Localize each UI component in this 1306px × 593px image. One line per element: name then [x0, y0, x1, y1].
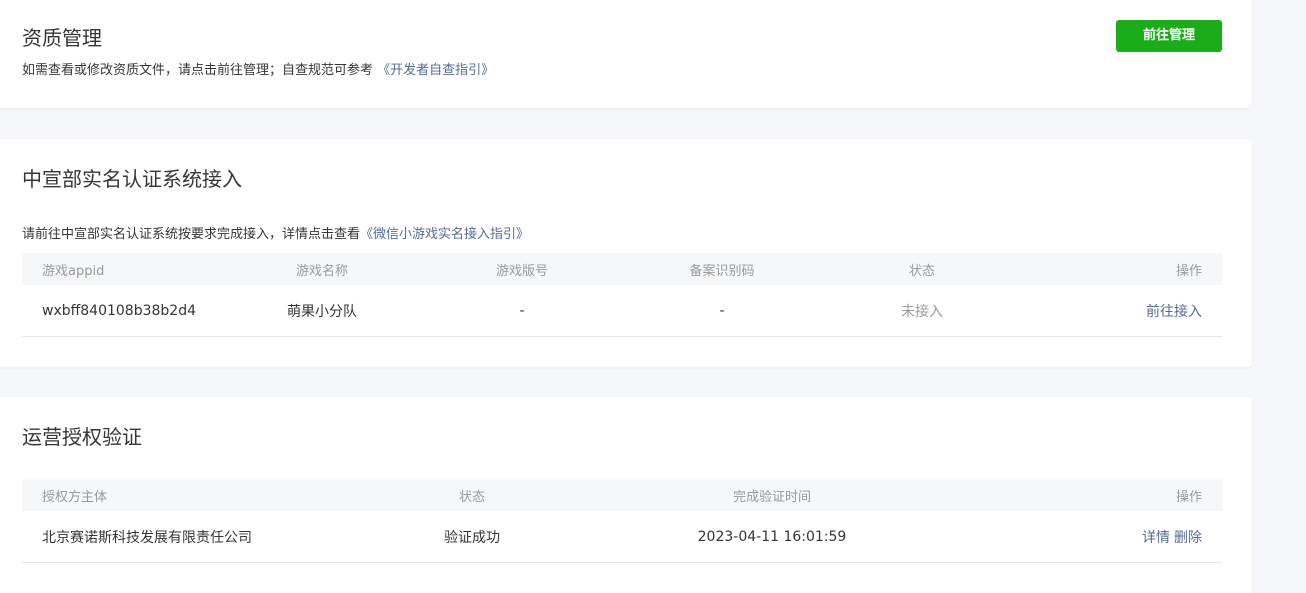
auth-actions: 详情 删除	[1142, 511, 1202, 562]
game-name-value: 萌果小分队	[287, 303, 357, 320]
qualification-title: 资质管理	[22, 26, 102, 50]
authorization-table: 授权方主体 状态 完成验证时间 操作 北京赛诺斯科技发展有限责任公司 验证成功 …	[22, 479, 1222, 563]
qualification-desc-text: 如需查看或修改资质文件，请点击前往管理；自查规范可参考	[22, 63, 378, 78]
delete-link[interactable]: 删除	[1174, 527, 1202, 547]
table-row: 北京赛诺斯科技发展有限责任公司 验证成功 2023-04-11 16:01:59…	[22, 511, 1222, 563]
authorization-title: 运营授权验证	[22, 425, 142, 449]
appid-value: wxbff840108b38b2d4	[42, 302, 196, 319]
realname-table: 游戏appid 游戏名称 游戏版号 备案识别码 状态 操作 wxbff84010…	[22, 253, 1222, 337]
col-appid: 游戏appid	[42, 263, 105, 279]
authorizer-value: 北京赛诺斯科技发展有限责任公司	[42, 529, 252, 546]
go-integrate-link[interactable]: 前往接入	[1146, 285, 1202, 336]
verify-time-value: 2023-04-11 16:01:59	[697, 528, 847, 545]
col-auth-action: 操作	[1175, 489, 1202, 505]
qualification-description: 如需查看或修改资质文件，请点击前往管理；自查规范可参考 《开发者自查指引》	[22, 59, 494, 78]
realname-card: 中宣部实名认证系统接入 请前往中宣部实名认证系统按要求完成接入，详情点击查看《微…	[0, 139, 1252, 367]
game-license-value: -	[519, 302, 525, 319]
realname-table-header: 游戏appid 游戏名称 游戏版号 备案识别码 状态 操作	[22, 253, 1222, 285]
col-verify-time: 完成验证时间	[732, 489, 811, 505]
realname-guide-link[interactable]: 《微信小游戏实名接入指引》	[360, 227, 529, 242]
record-code-value: -	[719, 302, 725, 319]
col-auth-status: 状态	[458, 489, 485, 505]
status-value: 未接入	[901, 303, 943, 320]
col-status: 状态	[908, 263, 935, 279]
developer-self-check-guide-link[interactable]: 《开发者自查指引》	[377, 63, 494, 78]
qualification-card: 资质管理 如需查看或修改资质文件，请点击前往管理；自查规范可参考 《开发者自查指…	[0, 0, 1252, 108]
table-row: wxbff840108b38b2d4 萌果小分队 - - 未接入 前往接入	[22, 285, 1222, 337]
col-action: 操作	[1175, 263, 1202, 279]
col-record-code: 备案识别码	[689, 263, 755, 279]
authorization-card: 运营授权验证 授权方主体 状态 完成验证时间 操作 北京赛诺斯科技发展有限责任公…	[0, 397, 1252, 593]
realname-desc-text: 请前往中宣部实名认证系统按要求完成接入，详情点击查看	[22, 227, 361, 242]
realname-description: 请前往中宣部实名认证系统按要求完成接入，详情点击查看《微信小游戏实名接入指引》	[22, 223, 529, 242]
detail-link[interactable]: 详情	[1142, 527, 1170, 547]
col-authorizer: 授权方主体	[42, 489, 108, 505]
realname-title: 中宣部实名认证系统接入	[22, 167, 242, 191]
col-game-license: 游戏版号	[495, 263, 548, 279]
auth-status-value: 验证成功	[444, 529, 500, 546]
col-game-name: 游戏名称	[295, 263, 348, 279]
authorization-table-header: 授权方主体 状态 完成验证时间 操作	[22, 479, 1222, 511]
go-integrate-link-label[interactable]: 前往接入	[1146, 301, 1202, 321]
go-manage-button[interactable]: 前往管理	[1116, 20, 1222, 52]
